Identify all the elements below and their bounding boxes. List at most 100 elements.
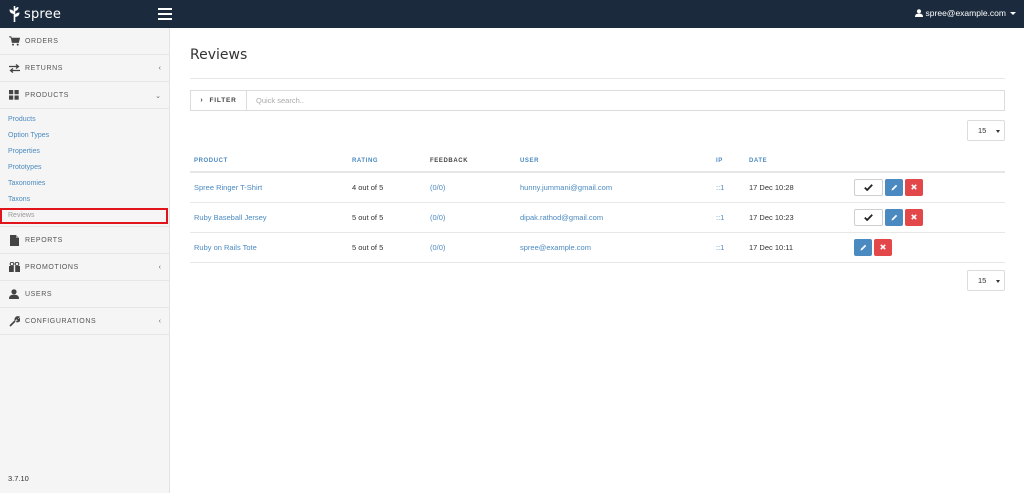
date-cell: 17 Dec 10:23: [745, 202, 850, 233]
approve-button[interactable]: [854, 208, 883, 226]
table-row: Ruby on Rails Tote 5 out of 5 (0/0) spre…: [190, 232, 1005, 263]
close-icon: [911, 184, 917, 191]
column-header-product[interactable]: PRODUCT: [190, 151, 348, 173]
checkmark-icon: [864, 183, 873, 191]
sidebar-item-label: ORDERS: [25, 37, 59, 45]
title-divider: [190, 78, 1005, 79]
submenu-item-properties[interactable]: Properties: [0, 144, 169, 160]
edit-button[interactable]: [885, 208, 903, 226]
per-page-select-bottom[interactable]: 15: [967, 270, 1005, 291]
chevron-right-icon: ›: [200, 97, 204, 104]
product-link[interactable]: Ruby Baseball Jersey: [194, 213, 267, 222]
date-cell: 17 Dec 10:28: [745, 172, 850, 203]
ip-link[interactable]: ::1: [716, 213, 724, 222]
edit-button[interactable]: [854, 238, 872, 256]
sidebar-item-label: REPORTS: [25, 236, 63, 244]
column-header-date[interactable]: DATE: [745, 151, 850, 173]
spree-logo-icon: [9, 6, 20, 22]
submenu-item-option-types[interactable]: Option Types: [0, 128, 169, 144]
submenu-item-prototypes[interactable]: Prototypes: [0, 160, 169, 176]
table-row: Ruby Baseball Jersey 5 out of 5 (0/0) di…: [190, 202, 1005, 233]
user-icon: [8, 288, 20, 300]
edit-button[interactable]: [885, 178, 903, 196]
per-page-select[interactable]: 15: [967, 120, 1005, 141]
table-header-row: PRODUCT RATING FEEDBACK USER IP DATE: [190, 151, 1005, 173]
date-cell: 17 Dec 10:11: [745, 232, 850, 263]
checkmark-icon: [864, 213, 873, 221]
per-page-value: 15: [978, 126, 987, 135]
sidebar-item-orders[interactable]: ORDERS: [0, 28, 169, 55]
row-actions: [854, 178, 1005, 196]
products-submenu: Products Option Types Properties Prototy…: [0, 109, 169, 227]
pencil-icon: [891, 184, 897, 191]
column-header-user[interactable]: USER: [516, 151, 712, 173]
row-actions: [854, 208, 1005, 226]
chevron-left-icon: ‹: [158, 65, 161, 72]
ip-link[interactable]: ::1: [716, 243, 724, 252]
product-link[interactable]: Spree Ringer T-Shirt: [194, 183, 262, 192]
sidebar-item-users[interactable]: USERS: [0, 281, 169, 308]
pencil-icon: [860, 244, 866, 250]
user-icon: [914, 9, 923, 17]
user-link[interactable]: hunny.jummani@gmail.com: [520, 183, 612, 192]
sidebar-item-label: CONFIGURATIONS: [25, 317, 97, 325]
rating-cell: 5 out of 5: [348, 232, 426, 263]
column-header-ip[interactable]: IP: [712, 151, 745, 173]
delete-button[interactable]: [905, 178, 923, 196]
grid-icon: [8, 89, 20, 101]
spree-logo[interactable]: spree: [8, 4, 61, 24]
sidebar-item-products[interactable]: PRODUCTS ⌄: [0, 82, 169, 109]
cart-icon: [8, 35, 20, 47]
feedback-link[interactable]: (0/0): [430, 213, 445, 222]
chevron-down-icon: [1010, 11, 1016, 15]
exchange-icon: [8, 62, 20, 74]
delete-button[interactable]: [905, 208, 923, 226]
sidebar-item-reports[interactable]: REPORTS: [0, 227, 169, 254]
sidebar-item-label: PRODUCTS: [25, 91, 70, 99]
sidebar-item-configurations[interactable]: CONFIGURATIONS ‹: [0, 308, 169, 335]
delete-button[interactable]: [874, 238, 892, 256]
caret-down-icon: [996, 130, 1000, 133]
logo-text: spree: [24, 6, 62, 22]
app-version: 3.7.10: [8, 474, 29, 483]
sidebar: ORDERS RETURNS ‹ PRODUCTS ⌄ Products Opt…: [0, 28, 170, 493]
column-header-feedback: FEEDBACK: [426, 151, 516, 173]
sidebar-item-label: USERS: [25, 290, 53, 298]
filter-toggle-button[interactable]: › FILTER: [191, 91, 247, 110]
feedback-link[interactable]: (0/0): [430, 183, 445, 192]
chevron-left-icon: ‹: [158, 264, 161, 271]
row-actions: [854, 238, 1005, 256]
user-link[interactable]: dipak.rathod@gmail.com: [520, 213, 603, 222]
user-link[interactable]: spree@example.com: [520, 243, 591, 252]
file-icon: [8, 234, 20, 246]
filter-label: FILTER: [209, 97, 237, 104]
per-page-value: 15: [978, 276, 987, 285]
approve-button[interactable]: [854, 178, 883, 196]
submenu-item-taxons[interactable]: Taxons: [0, 192, 169, 208]
reviews-table: PRODUCT RATING FEEDBACK USER IP DATE Spr…: [190, 151, 1005, 263]
column-header-rating[interactable]: RATING: [348, 151, 426, 173]
top-navbar: spree spree@example.com: [0, 0, 1024, 28]
wrench-icon: [8, 315, 20, 327]
submenu-item-reviews[interactable]: Reviews: [0, 208, 168, 224]
submenu-item-taxonomies[interactable]: Taxonomies: [0, 176, 169, 192]
column-header-actions: [850, 151, 1005, 173]
chevron-down-icon: ⌄: [155, 93, 161, 100]
ip-link[interactable]: ::1: [716, 183, 724, 192]
sidebar-item-promotions[interactable]: PROMOTIONS ‹: [0, 254, 169, 281]
page-title: Reviews: [190, 47, 248, 63]
rating-cell: 4 out of 5: [348, 172, 426, 203]
rating-cell: 5 out of 5: [348, 202, 426, 233]
product-link[interactable]: Ruby on Rails Tote: [194, 243, 257, 252]
feedback-link[interactable]: (0/0): [430, 243, 445, 252]
table-row: Spree Ringer T-Shirt 4 out of 5 (0/0) hu…: [190, 172, 1005, 203]
quick-search-input[interactable]: [247, 91, 1004, 110]
gift-icon: [8, 261, 20, 273]
sidebar-item-returns[interactable]: RETURNS ‹: [0, 55, 169, 82]
user-account-menu[interactable]: spree@example.com: [914, 8, 1016, 18]
close-icon: [911, 214, 917, 220]
hamburger-menu-icon[interactable]: [158, 8, 172, 20]
close-icon: [880, 244, 886, 250]
submenu-item-products[interactable]: Products: [0, 112, 169, 128]
sidebar-item-label: RETURNS: [25, 64, 64, 72]
